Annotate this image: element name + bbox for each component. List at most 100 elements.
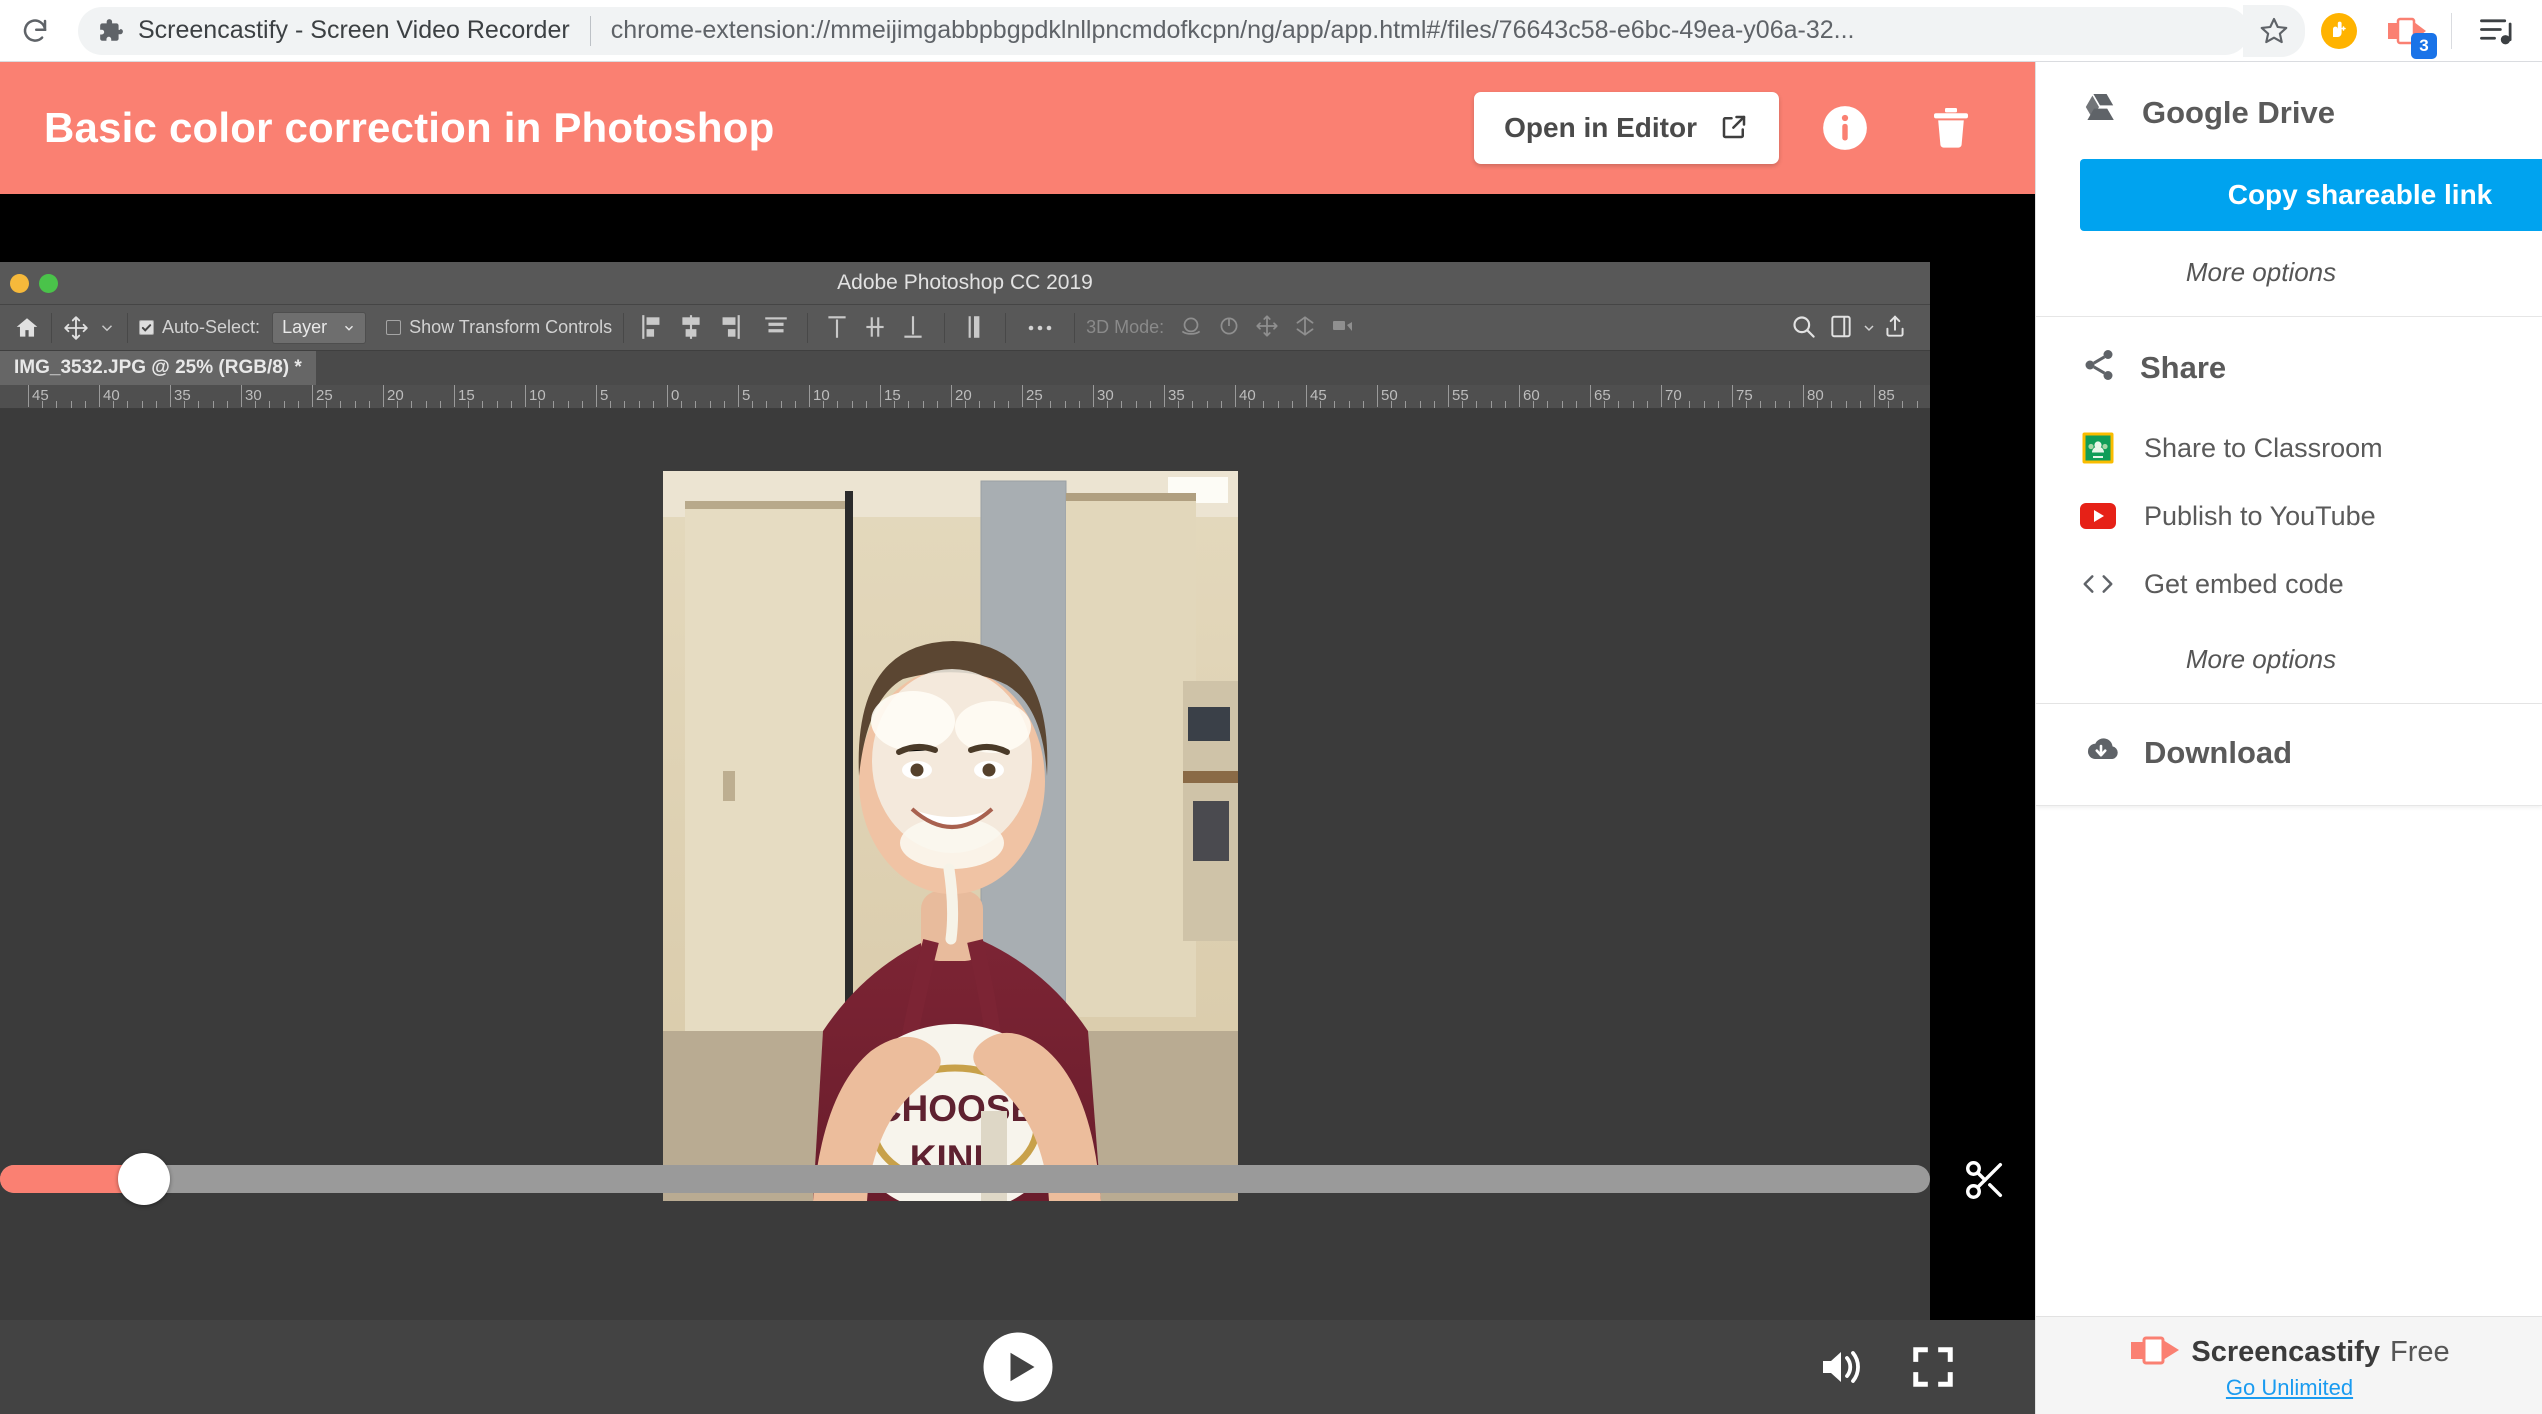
overflow-dots-icon[interactable] — [1017, 323, 1063, 333]
ruler-label: 20 — [387, 387, 404, 404]
toolbar-divider — [2451, 12, 2452, 49]
honey-extension-icon[interactable] — [2311, 3, 2367, 59]
google-drive-section: Google Drive Copy shareable link More op… — [2036, 62, 2542, 317]
3d-pan-icon[interactable] — [1254, 313, 1282, 343]
delete-button[interactable] — [1911, 88, 1991, 168]
ruler-minor-tick — [695, 401, 697, 408]
show-transform-label: Show Transform Controls — [409, 317, 613, 337]
ruler-minor-tick — [411, 401, 413, 408]
video-progress-track[interactable] — [0, 1153, 1930, 1205]
workspace-chevron-icon[interactable] — [1861, 320, 1877, 336]
ruler-label: 15 — [884, 387, 901, 404]
move-tool-icon[interactable] — [63, 315, 116, 341]
video-stage[interactable]: Adobe Photoshop CC 2019 Auto-Select: Lay… — [0, 194, 1930, 1414]
ruler-minor-tick — [1788, 401, 1790, 408]
ruler-minor-tick — [283, 401, 285, 408]
copy-shareable-link-button[interactable]: Copy shareable link — [2080, 159, 2542, 231]
ruler-minor-tick — [1831, 401, 1833, 408]
photoshop-horizontal-ruler: 45 40 35 30 25 20 15 10 5 0 5 10 15 20 25 30 35 40 45 50 55 6… — [0, 385, 1930, 409]
volume-on-icon[interactable] — [1813, 1339, 1869, 1395]
ruler-major-tick — [28, 385, 29, 407]
play-button[interactable] — [982, 1331, 1054, 1403]
photoshop-window-recording: Adobe Photoshop CC 2019 Auto-Select: Lay… — [0, 262, 1930, 1414]
ruler-label: 45 — [32, 387, 49, 404]
ruler-minor-tick — [1192, 401, 1194, 408]
window-minimize-dot[interactable] — [10, 273, 29, 293]
ruler-minor-tick — [936, 401, 938, 408]
drive-more-options-link[interactable]: More options — [2036, 257, 2542, 288]
address-bar[interactable]: Screencastify - Screen Video Recorder ch… — [78, 6, 2249, 55]
ruler-minor-tick — [1050, 401, 1052, 408]
ruler-minor-tick — [794, 401, 796, 408]
photoshop-document-tabs: IMG_3532.JPG @ 25% (RGB/8) * — [0, 351, 1930, 385]
ruler-minor-tick — [113, 401, 115, 408]
distribute-spacing-icon[interactable] — [961, 313, 989, 343]
show-transform-controls-checkbox[interactable]: Show Transform Controls — [386, 317, 612, 338]
share-node-icon — [2080, 347, 2118, 388]
search-icon[interactable] — [1790, 313, 1818, 343]
get-embed-code-item[interactable]: Get embed code — [2036, 550, 2542, 618]
google-drive-icon — [2080, 92, 2120, 133]
home-icon[interactable] — [14, 315, 40, 341]
ruler-minor-tick — [255, 401, 257, 408]
ruler-minor-tick — [1007, 401, 1009, 408]
ruler-minor-tick — [510, 401, 512, 408]
canvas-photo: CHOOSE KIND — [663, 471, 1238, 1201]
3d-orbit-icon[interactable] — [1178, 313, 1206, 343]
3d-roll-icon[interactable] — [1216, 313, 1244, 343]
3d-slide-icon[interactable] — [1292, 313, 1320, 343]
share-export-icon[interactable] — [1882, 313, 1910, 343]
distribute-top-icon[interactable] — [824, 313, 852, 343]
window-zoom-dot[interactable] — [39, 273, 58, 293]
ruler-minor-tick — [482, 401, 484, 408]
align-horizontal-centers-icon[interactable] — [678, 313, 706, 343]
ruler-minor-tick — [1107, 401, 1109, 408]
video-scrubber-handle[interactable] — [118, 1153, 170, 1205]
fullscreen-icon[interactable] — [1905, 1339, 1961, 1395]
ruler-major-tick — [1235, 385, 1236, 407]
share-more-options-link[interactable]: More options — [2036, 644, 2542, 675]
ruler-minor-tick — [894, 401, 896, 408]
download-header[interactable]: Download — [2036, 734, 2542, 771]
ruler-minor-tick — [624, 401, 626, 408]
go-unlimited-link[interactable]: Go Unlimited — [2226, 1375, 2353, 1401]
omnibox-divider — [589, 15, 591, 46]
omnibox-url: chrome-extension://mmeijimgabbpbgpdklnll… — [610, 16, 1855, 44]
document-tab[interactable]: IMG_3532.JPG @ 25% (RGB/8) * — [0, 351, 316, 385]
align-right-edges-icon[interactable] — [716, 313, 744, 343]
ruler-label: 55 — [1452, 387, 1469, 404]
auto-select-checkbox[interactable]: Auto-Select: — [139, 317, 260, 338]
workspace-icon[interactable] — [1828, 313, 1856, 343]
distribute-vertical-centers-icon[interactable] — [862, 313, 890, 343]
ruler-minor-tick — [269, 401, 271, 408]
3d-camera-icon[interactable] — [1330, 313, 1358, 343]
ruler-minor-tick — [1036, 401, 1038, 408]
align-left-edges-icon[interactable] — [640, 313, 668, 343]
ruler-minor-tick — [127, 401, 129, 408]
layer-select-dropdown[interactable]: Layer — [272, 311, 367, 344]
distribute-bottom-icon[interactable] — [900, 313, 928, 343]
ruler-minor-tick — [368, 401, 370, 408]
photoshop-canvas[interactable]: CHOOSE KIND — [0, 409, 1930, 1375]
screencastify-app: Basic color correction in Photoshop Open… — [0, 62, 2542, 1414]
ruler-minor-tick — [1760, 401, 1762, 408]
ruler-label: 25 — [316, 387, 333, 404]
scissors-trim-icon[interactable] — [1950, 1150, 2020, 1210]
publish-to-youtube-item[interactable]: Publish to YouTube — [2036, 482, 2542, 550]
open-in-editor-button[interactable]: Open in Editor — [1474, 92, 1779, 164]
info-button[interactable] — [1805, 88, 1885, 168]
share-sidebar: Google Drive Copy shareable link More op… — [2035, 62, 2542, 1414]
ruler-minor-tick — [1405, 401, 1407, 408]
ruler-minor-tick — [681, 401, 683, 408]
bookmark-star-icon[interactable] — [2243, 4, 2305, 57]
video-header-bar: Basic color correction in Photoshop Open… — [0, 62, 2035, 194]
ruler-label: 65 — [1594, 387, 1611, 404]
code-brackets-icon — [2080, 566, 2116, 602]
align-top-edges-icon[interactable] — [763, 313, 791, 343]
screencastify-extension-icon[interactable]: 3 — [2379, 3, 2437, 59]
media-playlist-icon[interactable] — [2468, 3, 2524, 59]
share-to-classroom-item[interactable]: Share to Classroom — [2036, 414, 2542, 482]
ruler-minor-tick — [141, 401, 143, 408]
ruler-label: 75 — [1736, 387, 1753, 404]
reload-icon[interactable] — [8, 4, 62, 58]
